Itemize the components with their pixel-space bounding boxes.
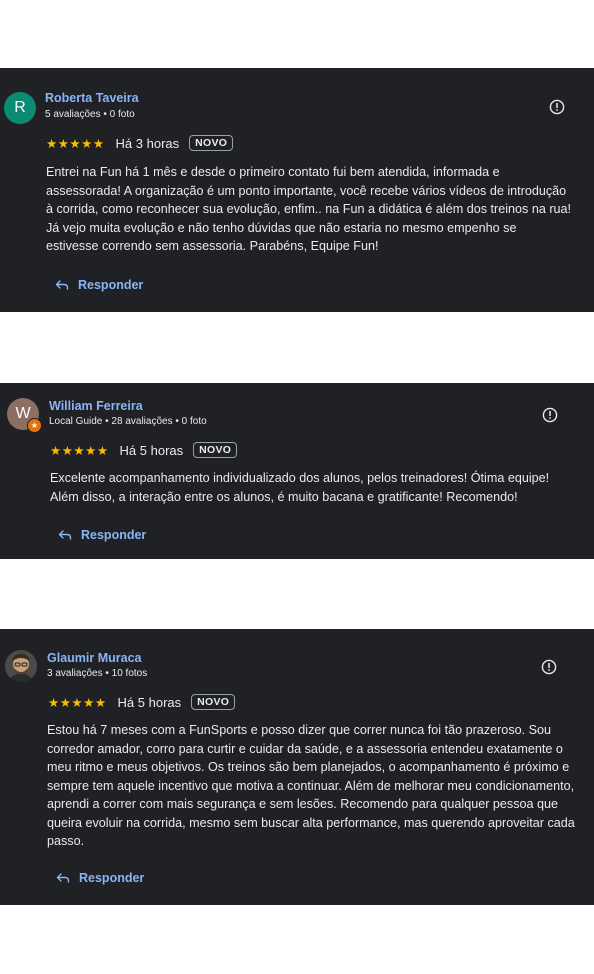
reply-button[interactable]: Responder	[55, 278, 143, 292]
reply-icon	[55, 280, 69, 290]
reply-label: Responder	[78, 278, 144, 292]
reviewer-meta: Local Guide • 28 avaliações • 0 foto	[49, 416, 207, 427]
star-rating: ★★★★★	[50, 443, 109, 458]
reviewer-name[interactable]: Glaumir Muraca	[47, 651, 141, 665]
reviewer-name[interactable]: Roberta Taveira	[45, 91, 139, 105]
new-badge: NOVO	[191, 694, 236, 710]
report-icon[interactable]	[541, 659, 557, 675]
avatar-letter: R	[14, 99, 26, 116]
reply-button[interactable]: Responder	[56, 871, 144, 885]
profile-photo-icon	[5, 650, 37, 682]
new-badge: NOVO	[189, 135, 234, 151]
review-time: Há 5 horas	[117, 694, 182, 710]
avatar[interactable]	[5, 650, 37, 682]
review-text: Estou há 7 meses com a FunSports e posso…	[47, 723, 575, 848]
rating-row: ★★★★★ Há 5 horas NOVO	[50, 442, 238, 458]
avatar[interactable]: W ★	[7, 398, 42, 433]
star-rating: ★★★★★	[46, 136, 105, 151]
reviewer-meta: 3 avaliações • 10 fotos	[47, 668, 148, 679]
reply-icon	[58, 530, 72, 540]
new-badge: NOVO	[193, 442, 238, 458]
reply-button[interactable]: Responder	[58, 528, 146, 542]
review-card: R Roberta Taveira 5 avaliações • 0 foto …	[0, 68, 594, 312]
reply-label: Responder	[79, 871, 145, 885]
review-text: Excelente acompanhamento individualizado…	[50, 471, 550, 504]
reviewer-name[interactable]: William Ferreira	[49, 399, 143, 413]
review-time: Há 5 horas	[119, 442, 184, 458]
review-time: Há 3 horas	[115, 135, 180, 151]
star-rating: ★★★★★	[48, 695, 107, 710]
review-card: Glaumir Muraca 3 avaliações • 10 fotos ★…	[0, 629, 594, 905]
review-text: Entrei na Fun há 1 mês e desde o primeir…	[46, 165, 572, 253]
reviews-page: R Roberta Taveira 5 avaliações • 0 foto …	[0, 0, 594, 974]
reply-label: Responder	[81, 528, 147, 542]
review-card: W ★ William Ferreira Local Guide • 28 av…	[0, 383, 594, 559]
rating-row: ★★★★★ Há 5 horas NOVO	[48, 694, 236, 710]
reply-icon	[56, 873, 70, 883]
reviewer-meta: 5 avaliações • 0 foto	[45, 109, 135, 120]
rating-row: ★★★★★ Há 3 horas NOVO	[46, 135, 234, 151]
local-guide-icon: ★	[27, 418, 42, 433]
avatar[interactable]: R	[4, 92, 36, 124]
report-icon[interactable]	[549, 99, 565, 115]
report-icon[interactable]	[542, 407, 558, 423]
